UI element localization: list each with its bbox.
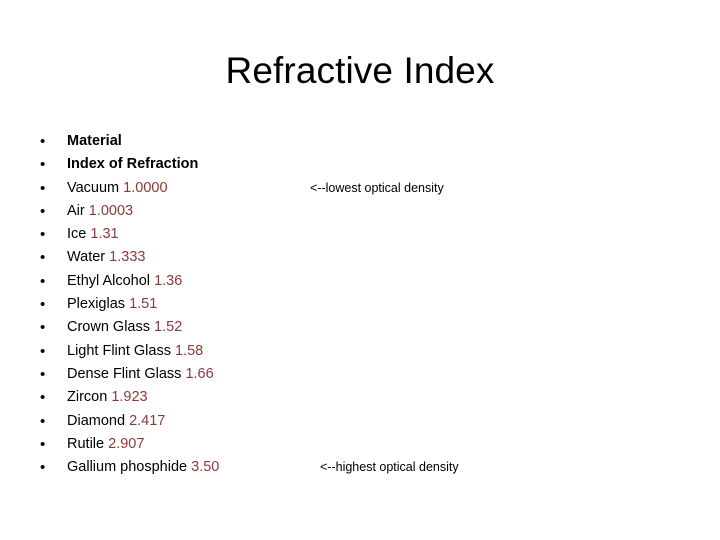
material-name: Light Flint Glass <box>67 342 171 359</box>
list-item: • Material <box>0 130 720 153</box>
list-item: • Light Flint Glass 1.58 <box>0 340 720 363</box>
bullet-icon: • <box>40 226 46 244</box>
list-item-text: Gallium phosphide 3.50 <box>67 456 219 479</box>
list-item-text: Zircon 1.923 <box>67 386 148 409</box>
list-item: • Diamond 2.417 <box>0 410 720 433</box>
refractive-index-value: 1.333 <box>109 249 146 266</box>
page-title: Refractive Index <box>225 50 495 91</box>
bullet-icon: • <box>40 133 46 150</box>
list-item-text: Vacuum 1.0000 <box>67 177 168 200</box>
refractive-index-value: 1.923 <box>111 389 148 406</box>
list-item-text: Material <box>67 130 122 153</box>
refractive-index-list: • Material • Index of Refraction • Vacuum 1.0… <box>0 130 720 479</box>
list-item-text: Ethyl Alcohol 1.36 <box>67 270 182 293</box>
list-item: • Rutile 2.907 <box>0 433 720 456</box>
bullet-icon: • <box>40 272 46 290</box>
list-item: • Ice 1.31 <box>0 223 720 246</box>
list-item-text: Crown Glass 1.52 <box>67 316 182 339</box>
bullet-icon: • <box>40 365 46 383</box>
refractive-index-value: 1.51 <box>129 296 158 313</box>
list-item-text: Diamond 2.417 <box>67 410 165 433</box>
annotation-lowest-density: <--lowest optical density <box>310 180 444 195</box>
bullet-icon: • <box>40 156 46 174</box>
list-item-text: Dense Flint Glass 1.66 <box>67 363 214 386</box>
refractive-index-value: 1.0003 <box>88 202 134 219</box>
refractive-index-value: 2.417 <box>129 412 166 429</box>
list-item: • Water 1.333 <box>0 246 720 269</box>
annotation-highest-density: <--highest optical density <box>320 460 459 475</box>
material-name: Index of Refraction <box>67 156 199 173</box>
list-item-text: Water 1.333 <box>67 246 145 269</box>
material-name: Water <box>67 249 106 266</box>
material-name: Ice <box>67 226 87 243</box>
list-item: • Gallium phosphide 3.50 <--highest optica… <box>0 456 720 479</box>
material-name: Dense Flint Glass <box>67 365 182 382</box>
material-name: Vacuum <box>67 179 120 196</box>
slide-canvas: Refractive Index • Material • Index of Refr… <box>0 0 720 540</box>
list-item: • Vacuum 1.0000 <--lowest optical density <box>0 177 720 200</box>
refractive-index-value: 3.50 <box>191 459 220 476</box>
list-item-text: Rutile 2.907 <box>67 433 144 456</box>
bullet-icon: • <box>40 412 46 430</box>
list-item-text: Index of Refraction <box>67 153 198 176</box>
bullet-icon: • <box>40 389 46 407</box>
refractive-index-value: 2.907 <box>108 435 145 452</box>
material-name: Plexiglas <box>67 296 126 313</box>
bullet-icon: • <box>40 296 46 314</box>
refractive-index-value: 1.36 <box>154 272 183 289</box>
material-name: Material <box>67 133 122 149</box>
list-item: • Zircon 1.923 <box>0 386 720 409</box>
material-name: Gallium phosphide <box>67 459 188 476</box>
bullet-icon: • <box>40 319 46 337</box>
material-name: Ethyl Alcohol <box>67 272 151 289</box>
list-item-text: Ice 1.31 <box>67 223 119 246</box>
bullet-icon: • <box>40 249 46 267</box>
material-name: Crown Glass <box>67 319 150 336</box>
list-item-text: Light Flint Glass 1.58 <box>67 340 203 363</box>
material-name: Zircon <box>67 389 108 406</box>
list-item: • Crown Glass 1.52 <box>0 316 720 339</box>
material-name: Air <box>67 202 85 219</box>
bullet-icon: • <box>40 342 46 360</box>
list-item: • Air 1.0003 <box>0 200 720 223</box>
bullet-icon: • <box>40 435 46 453</box>
refractive-index-value: 1.0000 <box>123 179 168 196</box>
refractive-index-value: 1.66 <box>185 365 214 382</box>
material-name: Rutile <box>67 435 105 452</box>
bullet-icon: • <box>40 202 46 220</box>
bullet-icon: • <box>40 179 46 197</box>
list-item: • Ethyl Alcohol 1.36 <box>0 270 720 293</box>
bullet-icon: • <box>40 459 46 477</box>
list-item-text: Plexiglas 1.51 <box>67 293 157 316</box>
list-item: • Plexiglas 1.51 <box>0 293 720 316</box>
refractive-index-value: 1.52 <box>154 319 183 336</box>
refractive-index-value: 1.31 <box>90 226 119 243</box>
list-item: • Dense Flint Glass 1.66 <box>0 363 720 386</box>
list-item-text: Air 1.0003 <box>67 200 133 223</box>
list-item: • Index of Refraction <box>0 153 720 176</box>
material-name: Diamond <box>67 412 126 429</box>
refractive-index-value: 1.58 <box>175 342 204 359</box>
